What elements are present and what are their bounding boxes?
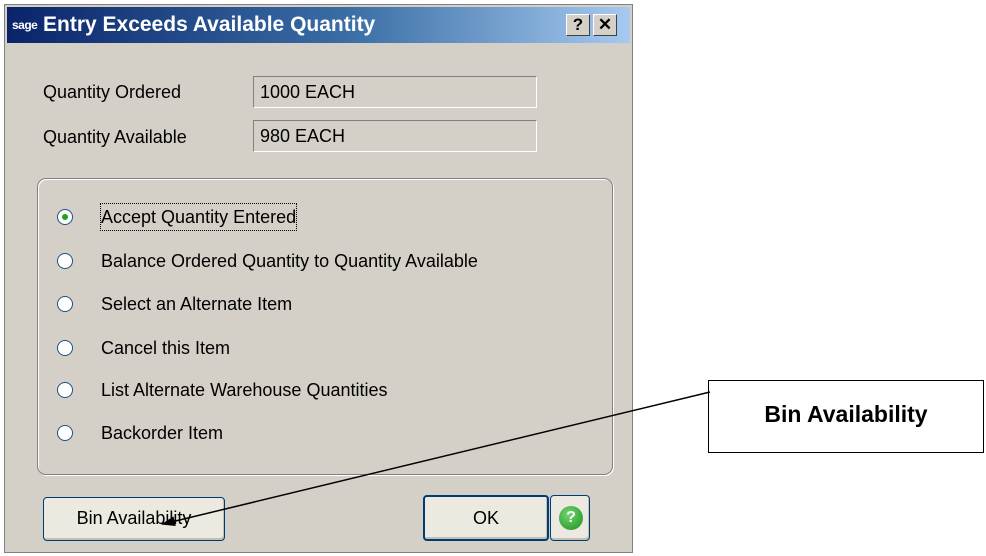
annotation-arrow xyxy=(161,391,711,527)
